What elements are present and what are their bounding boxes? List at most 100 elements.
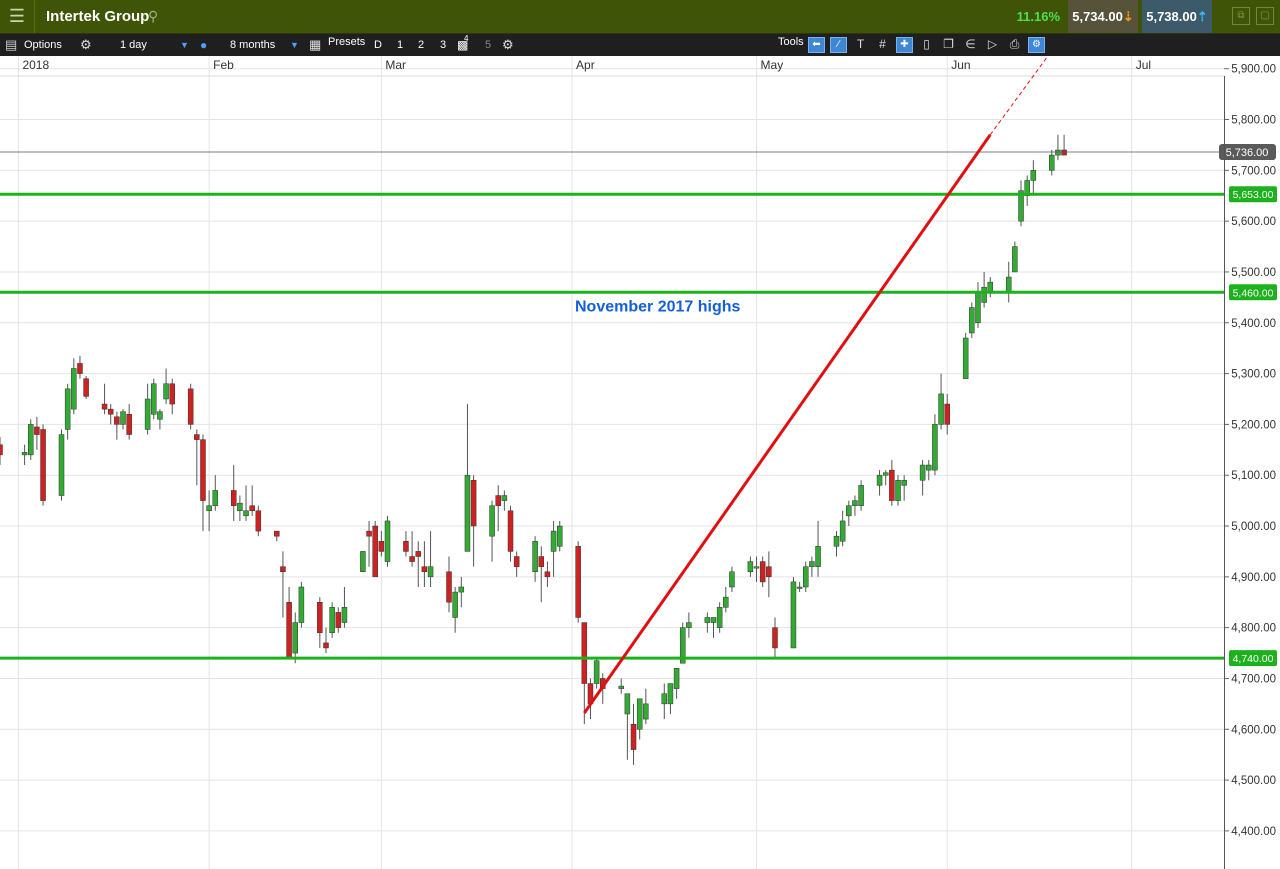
print-icon[interactable]: ⎙: [1006, 37, 1023, 53]
candle-body: [458, 586, 465, 593]
up-arrow-icon: ⇡: [1196, 9, 1208, 24]
candle-body: [839, 520, 846, 542]
candle-body: [230, 490, 237, 506]
candle-body: [919, 464, 926, 481]
candle-body: [889, 469, 895, 501]
preset-3-button[interactable]: 3: [440, 34, 446, 56]
candle-body: [341, 607, 348, 623]
x-tick-label: 2018: [22, 58, 49, 72]
grid-icon[interactable]: #: [874, 37, 891, 53]
interval-dropdown-icon[interactable]: ▼: [180, 34, 189, 56]
candle-body: [280, 566, 286, 572]
top-bar: ☰ Intertek Group ⚲ 11.16% 5,734.00⇣ 5,73…: [0, 0, 1280, 34]
settings-icon[interactable]: ⚙: [502, 34, 514, 56]
candle-body: [77, 363, 83, 374]
label-icon[interactable]: ▷: [984, 37, 1001, 53]
preset-2-button[interactable]: 2: [418, 34, 424, 56]
candle-body: [169, 383, 175, 405]
candle: [187, 383, 194, 430]
chart-toolbar: ▤ Options ⚙ 1 day ▼ ● 8 months ▼ ▦ Prese…: [0, 34, 1280, 56]
period-dropdown-icon[interactable]: ▼: [290, 34, 299, 56]
candle-body: [292, 622, 298, 654]
draw-tool-icon[interactable]: ∈: [962, 37, 979, 53]
candle-body: [532, 541, 538, 572]
candle-body: [421, 566, 428, 572]
candle-body: [40, 429, 46, 501]
y-tick-label: 5,800.00: [1231, 115, 1276, 127]
annotation-text: November 2017 highs: [575, 298, 741, 315]
candle-body: [237, 502, 243, 512]
options-icon[interactable]: ▤: [5, 34, 17, 56]
menu-icon[interactable]: ☰: [0, 0, 35, 33]
candle-body: [212, 490, 219, 506]
candle-body: [926, 464, 932, 471]
candle-body: [194, 434, 200, 440]
calendar-icon[interactable]: ▦: [309, 34, 321, 56]
candle-body: [661, 693, 668, 705]
candle-body: [1005, 276, 1012, 293]
candle-body: [255, 510, 262, 532]
gear-icon[interactable]: ⚙: [80, 34, 92, 56]
candle-body: [0, 444, 3, 456]
candle-body: [107, 408, 114, 415]
level-label: 4,740.00: [1233, 653, 1274, 665]
search-icon[interactable]: ⚲: [148, 0, 158, 33]
candle-body: [464, 474, 471, 552]
popout-window-icon[interactable]: ▢: [1256, 7, 1274, 25]
candle-body: [710, 617, 717, 623]
preset-4-button[interactable]: 4: [464, 28, 468, 50]
candle-body: [581, 622, 588, 684]
candle-body: [34, 426, 40, 435]
candle: [575, 541, 581, 623]
presets-label: Presets: [328, 36, 366, 48]
candle-body: [790, 581, 797, 649]
candle-body: [1061, 149, 1067, 156]
candle: [360, 551, 366, 572]
candle-body: [360, 551, 366, 572]
candle-body: [802, 566, 809, 588]
back-arrow-icon[interactable]: ⬅: [808, 37, 825, 53]
candle-body: [593, 660, 600, 684]
text-tool-icon[interactable]: T: [852, 37, 869, 53]
candle-body: [1030, 170, 1037, 181]
candle-body: [335, 612, 342, 628]
options-button[interactable]: Options: [24, 34, 62, 56]
candle-body: [759, 561, 766, 583]
candle-icon[interactable]: ▯: [918, 37, 935, 53]
y-tick-label: 4,800.00: [1231, 623, 1276, 635]
buy-price-button[interactable]: 5,738.00⇡: [1142, 0, 1212, 33]
candle: [58, 429, 65, 501]
lock-icon[interactable]: ●: [200, 34, 207, 56]
line-tool-icon[interactable]: ∕: [830, 37, 847, 53]
candle-body: [766, 566, 772, 578]
layers-icon[interactable]: ❐: [940, 37, 957, 53]
candle-body: [409, 556, 415, 562]
preset-d-button[interactable]: D: [374, 34, 382, 56]
price-chart[interactable]: 5,736.00 5,653.00 5,460.00 4,740.00 Novembe…: [0, 56, 1280, 869]
x-tick-label: Mar: [385, 58, 406, 72]
candle-body: [286, 601, 292, 659]
candle-body: [120, 411, 126, 425]
candle-body: [21, 452, 28, 456]
candle: [329, 602, 335, 638]
y-tick-label: 5,000.00: [1231, 521, 1276, 533]
candle-body: [513, 556, 520, 567]
preset-5-button[interactable]: 5: [485, 34, 491, 56]
sell-price-button[interactable]: 5,734.00⇣: [1068, 0, 1138, 33]
crosshair-icon[interactable]: ✚: [896, 37, 913, 53]
candle-body: [550, 530, 557, 552]
preset-1-button[interactable]: 1: [397, 34, 403, 56]
y-tick-label: 4,400.00: [1231, 826, 1276, 838]
candle-body: [932, 424, 938, 471]
period-select[interactable]: 8 months: [230, 34, 275, 56]
y-tick-label: 5,700.00: [1231, 165, 1276, 177]
restore-window-icon[interactable]: ⧉: [1232, 7, 1250, 25]
chart-settings-icon[interactable]: ⚙: [1028, 37, 1045, 53]
x-tick-label: Jun: [951, 58, 970, 72]
y-tick-label: 5,200.00: [1231, 419, 1276, 431]
interval-select[interactable]: 1 day: [120, 34, 147, 56]
y-tick-label: 5,600.00: [1231, 216, 1276, 228]
buy-price: 5,738.00: [1146, 9, 1197, 24]
candle-body: [876, 474, 883, 486]
candle-body: [489, 505, 495, 537]
